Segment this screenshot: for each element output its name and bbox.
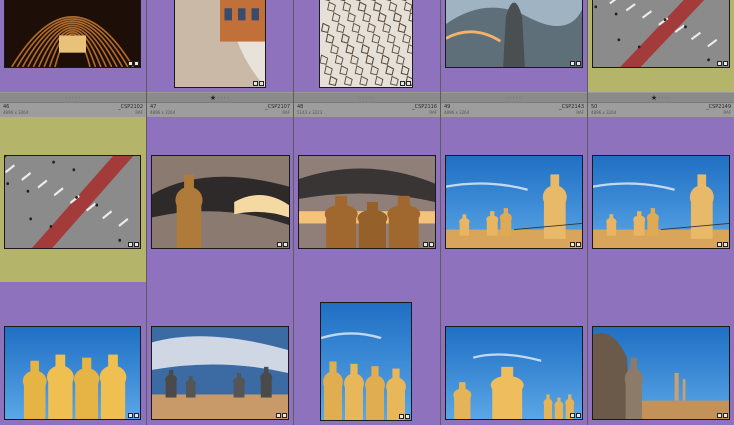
edit-badge-icon	[429, 242, 434, 247]
thumbnail-badges	[128, 61, 139, 66]
file-type: RAF	[135, 110, 143, 115]
metadata-badge-icon	[277, 242, 282, 247]
edit-badge-icon	[723, 242, 728, 247]
grid-cell[interactable]: ·····55_CSP22004896 x 3264RAF	[588, 117, 734, 414]
image-dimensions: 5143 x 3223	[297, 110, 323, 115]
metadata-badge-icon	[276, 413, 281, 418]
metadata-badge-icon	[570, 242, 575, 247]
edit-badge-icon	[576, 413, 581, 418]
thumbnail-image[interactable]	[445, 326, 583, 420]
thumbnail-badges	[717, 242, 728, 247]
image-dimensions: 4896 x 3264	[444, 110, 470, 115]
edit-badge-icon	[134, 61, 139, 66]
grid-cell[interactable]	[588, 282, 734, 425]
edit-badge-icon	[259, 81, 264, 86]
thumbnail-badges	[276, 413, 287, 418]
cell-metadata-bar: 49 _CSP2143 4896 x 3264 RAF	[441, 102, 587, 117]
grid-cell[interactable]: ★····53_CSP21663143 x 4714RAF	[294, 117, 441, 414]
thumbnail-image[interactable]	[4, 326, 141, 420]
metadata-badge-icon	[400, 81, 405, 86]
thumbnail-badges	[277, 242, 288, 247]
file-type: RAF	[429, 110, 437, 115]
grid-cell[interactable]	[294, 282, 441, 425]
edit-badge-icon	[282, 413, 287, 418]
metadata-badge-icon	[128, 61, 133, 66]
thumbnail-badges	[128, 413, 139, 418]
edit-badge-icon	[283, 242, 288, 247]
edit-badge-icon	[723, 61, 728, 66]
edit-badge-icon	[134, 413, 139, 418]
thumbnail-badges	[570, 242, 581, 247]
metadata-badge-icon	[128, 413, 133, 418]
thumbnail-badges	[717, 413, 728, 418]
thumbnail-badges	[570, 61, 581, 66]
grid-cell[interactable]: ····· 46 _CSP2102 4896 x 3264 RAF	[0, 0, 147, 117]
thumbnail-image[interactable]	[592, 326, 730, 420]
metadata-badge-icon	[423, 242, 428, 247]
thumbnail-image[interactable]	[174, 0, 266, 88]
grid-cell[interactable]	[441, 282, 588, 425]
thumbnail-image[interactable]	[4, 0, 141, 68]
thumbnail-image[interactable]	[4, 155, 141, 249]
thumbnail-image[interactable]	[320, 302, 412, 421]
thumbnail-image[interactable]	[319, 0, 413, 88]
image-dimensions: 4896 x 3264	[150, 110, 176, 115]
edit-badge-icon	[405, 414, 410, 419]
cell-metadata-bar: 47 _CSP2107 4896 x 3264 RAF	[147, 102, 293, 117]
metadata-badge-icon	[717, 413, 722, 418]
edit-badge-icon	[134, 242, 139, 247]
metadata-badge-icon	[128, 242, 133, 247]
thumbnail-image[interactable]	[445, 0, 583, 68]
edit-badge-icon	[723, 413, 728, 418]
cell-metadata-bar: 46 _CSP2102 4896 x 3264 RAF	[0, 102, 146, 117]
grid-cell[interactable]: ★····52_CSP21654896 x 3264RAF	[147, 117, 294, 414]
metadata-badge-icon	[717, 242, 722, 247]
thumbnail-badges	[717, 61, 728, 66]
grid-cell[interactable]: ★····51_CSP21564896 x 3264RAF	[0, 117, 147, 414]
metadata-badge-icon	[570, 61, 575, 66]
grid-cell[interactable]: ····· 48 _CSP2116 5143 x 3223 RAF	[294, 0, 441, 117]
metadata-badge-icon	[253, 81, 258, 86]
thumbnail-badges	[128, 242, 139, 247]
thumbnail-image[interactable]	[151, 155, 290, 249]
image-dimensions: 4896 x 3264	[3, 110, 29, 115]
grid-cell[interactable]: ····· 49 _CSP2143 4896 x 3264 RAF	[441, 0, 588, 117]
cell-metadata-bar: 50 _CSP2149 4896 x 3264 RAF	[588, 102, 734, 117]
thumbnail-badges	[570, 413, 581, 418]
metadata-badge-icon	[399, 414, 404, 419]
thumbnail-badges	[423, 242, 434, 247]
thumbnail-badges	[400, 81, 411, 86]
edit-badge-icon	[406, 81, 411, 86]
grid-cell[interactable]: ★···· 47 _CSP2107 4896 x 3264 RAF	[147, 0, 294, 117]
thumbnail-image[interactable]	[592, 155, 730, 249]
thumbnail-image[interactable]	[298, 155, 436, 249]
grid-cell[interactable]: ★···· 50 _CSP2149 4896 x 3264 RAF	[588, 0, 734, 117]
grid-cell[interactable]	[0, 282, 147, 425]
cell-metadata-bar: 48 _CSP2116 5143 x 3223 RAF	[294, 102, 440, 117]
metadata-badge-icon	[717, 61, 722, 66]
thumbnail-image[interactable]	[445, 155, 583, 249]
metadata-badge-icon	[570, 413, 575, 418]
grid-cell[interactable]: ·····54_CSP21904896 x 3264RAF	[441, 117, 588, 414]
thumbnail-badges	[253, 81, 264, 86]
image-dimensions: 4896 x 3264	[591, 110, 617, 115]
file-type: RAF	[282, 110, 290, 115]
library-grid: ····· 46 _CSP2102 4896 x 3264 RAF ★···· 47 _CSP…	[0, 0, 734, 425]
edit-badge-icon	[576, 61, 581, 66]
file-type: RAF	[576, 110, 584, 115]
thumbnail-image[interactable]	[151, 326, 289, 420]
file-type: RAF	[723, 110, 731, 115]
thumbnail-image[interactable]	[592, 0, 730, 68]
edit-badge-icon	[576, 242, 581, 247]
grid-cell[interactable]	[147, 282, 294, 425]
thumbnail-badges	[399, 414, 410, 419]
